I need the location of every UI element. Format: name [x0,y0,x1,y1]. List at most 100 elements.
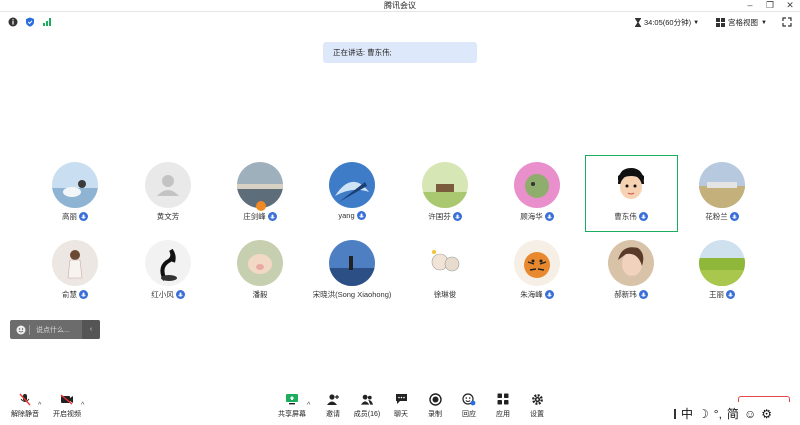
share-screen-icon [286,394,298,405]
participant-name: 王丽 [709,290,724,299]
members-label: 成员(16) [353,411,381,418]
share-screen-label: 共享屏幕 [278,411,306,418]
timer-text: 34:05(60分钟) [644,18,692,27]
avatar [514,162,560,208]
unmute-button[interactable]: 解除静音 [8,392,42,424]
chevron-up-icon[interactable]: ^ [38,402,41,409]
window-title: 腾讯会议 [384,1,416,10]
participant-tile[interactable]: 曹东伟 [585,156,677,232]
restore-icon[interactable]: ❐ [762,0,778,11]
ime-language[interactable]: 中 [681,405,693,422]
participant-name: 徐琳俊 [433,290,457,299]
participant-tile[interactable]: 黄文芳 [122,156,214,232]
moon-icon[interactable]: ☽ [698,407,709,421]
avatar [608,162,654,208]
meeting-timer[interactable]: 34:05(60分钟) ▼ [634,17,699,28]
participant-name: 曹东伟 [614,212,637,221]
mic-muted-icon [79,212,88,221]
participant-tile[interactable]: 徐琳俊 [399,234,491,310]
avatar [699,162,745,208]
participant-tile[interactable]: 庄剑峰 [214,156,306,232]
avatar [608,240,654,286]
participant-tile[interactable]: 潘毅 [214,234,306,310]
avatar [514,240,560,286]
mic-muted-icon [356,211,366,220]
apps-icon [497,393,509,405]
members-button[interactable]: 成员(16) [350,392,384,424]
chat-button[interactable]: 聊天 [384,392,418,424]
members-icon [360,394,374,405]
apps-button[interactable]: 应用 [486,392,520,424]
mic-off-icon [19,393,31,405]
mic-muted-icon [729,212,739,221]
shield-icon[interactable] [25,17,35,27]
settings-button[interactable]: 设置 [520,392,554,424]
mic-muted-icon [175,290,185,299]
avatar [329,240,375,286]
avatar [422,162,468,208]
participant-tile[interactable]: 许国芬 [399,156,491,232]
camera-off-icon [60,393,73,405]
participant-name: 朱海峰 [520,290,543,299]
unmute-label: 解除静音 [11,411,39,418]
ime-status-bar: 中 ☽ °, 简 ☺ ⚙ [668,402,800,425]
mic-muted-icon [452,212,462,221]
participant-tile[interactable]: 顾海华 [491,156,583,232]
start-video-label: 开启视频 [53,411,81,418]
grid-icon [716,18,725,27]
gear-icon [531,393,543,405]
participant-tile[interactable]: 俞慧 [29,234,121,310]
participant-tile[interactable]: 红小风 [122,234,214,310]
signal-icon[interactable] [42,17,52,27]
close-icon[interactable]: ✕ [782,0,798,11]
ime-punctuation[interactable]: °, [714,407,722,421]
participant-name: 宋晓洪(Song Xiaohong) [312,290,392,299]
info-icon[interactable] [8,17,18,27]
ime-divider [674,408,676,419]
participant-tile[interactable]: 王丽 [676,234,768,310]
participant-name: 庄剑峰 [243,212,266,221]
host-badge-icon [256,201,266,211]
ime-mode[interactable]: 简 [727,405,739,422]
react-button[interactable]: 回应 [452,392,486,424]
participant-name: 高丽 [62,212,77,221]
chat-label: 聊天 [394,411,408,418]
mic-muted-icon [638,212,648,221]
avatar [329,162,375,208]
invite-button[interactable]: 邀请 [316,392,350,424]
fullscreen-icon[interactable] [782,17,792,27]
minimize-icon[interactable]: – [742,0,758,11]
participant-name: 花粉兰 [705,212,728,221]
participant-tile[interactable]: 高丽 [29,156,121,232]
chevron-up-icon[interactable]: ^ [81,402,84,409]
record-label: 录制 [428,411,442,418]
participant-name: 红小风 [151,290,174,299]
chevron-up-icon[interactable]: ^ [307,402,310,409]
participant-name: 顾海华 [520,212,543,221]
share-screen-button[interactable]: 共享屏幕 [275,392,309,424]
emoji-icon[interactable] [16,325,26,335]
meeting-toolbar: 34:05(60分钟) ▼ 宫格视图 ▼ [0,13,800,31]
record-icon [428,392,442,406]
chevron-down-icon: ▼ [761,19,767,26]
participant-tile[interactable]: 花粉兰 [676,156,768,232]
avatar [237,240,283,286]
collapse-chat-icon[interactable]: ‹ [82,320,100,339]
chat-placeholder: 说点什么... [36,326,70,334]
gear-icon[interactable]: ⚙ [761,407,772,421]
participant-tile[interactable]: yang [306,156,398,232]
participant-tile[interactable]: 宋晓洪(Song Xiaohong) [306,234,398,310]
start-video-button[interactable]: 开启视频 [50,392,84,424]
add-user-icon [327,393,339,405]
participant-tile[interactable]: 朱海峰 [491,234,583,310]
settings-label: 设置 [530,411,544,418]
participant-name: 黄文芳 [156,212,180,221]
speaking-banner: 正在讲话: 曹东伟; [323,42,477,63]
chat-input[interactable]: 说点什么... ‹ [10,320,100,339]
mic-muted-icon [79,290,88,299]
view-mode-button[interactable]: 宫格视图 ▼ [716,17,767,28]
record-button[interactable]: 录制 [418,392,452,424]
smile-icon[interactable]: ☺ [744,407,756,421]
participant-tile[interactable]: 郝新玮 [585,234,677,310]
speaking-name: 曹东伟; [367,48,392,57]
